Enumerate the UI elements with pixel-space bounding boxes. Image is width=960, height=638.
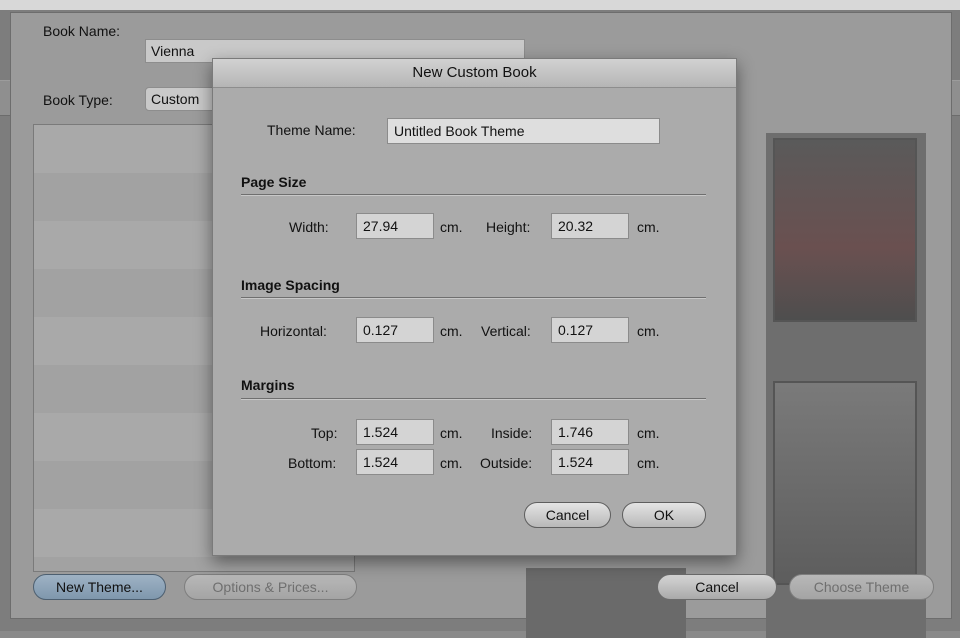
section-divider <box>241 297 706 299</box>
background-title-bar <box>0 0 960 10</box>
cancel-button[interactable]: Cancel <box>657 574 777 600</box>
photo-thumbnail <box>773 381 917 585</box>
top-margin-field[interactable]: 1.524 <box>356 419 434 445</box>
vertical-spacing-field[interactable]: 0.127 <box>551 317 629 343</box>
theme-name-field[interactable]: Untitled Book Theme <box>387 118 660 144</box>
bottom-label: Bottom: <box>288 455 337 471</box>
height-label: Height: <box>486 219 531 235</box>
options-prices-button[interactable]: Options & Prices... <box>184 574 357 600</box>
book-type-label: Book Type: <box>43 92 113 108</box>
outside-label: Outside: <box>480 455 533 471</box>
dialog-cancel-button[interactable]: Cancel <box>524 502 611 528</box>
vertical-label: Vertical: <box>481 323 531 339</box>
photo-thumbnail <box>773 138 917 322</box>
list-item[interactable] <box>34 557 354 571</box>
width-field[interactable]: 27.94 <box>356 213 434 239</box>
dialog-ok-button[interactable]: OK <box>622 502 706 528</box>
horizontal-label: Horizontal: <box>260 323 327 339</box>
dialog-title: New Custom Book <box>213 59 736 88</box>
top-unit: cm. <box>440 425 463 441</box>
height-unit: cm. <box>637 219 660 235</box>
new-theme-button[interactable]: New Theme... <box>33 574 166 600</box>
inside-margin-field[interactable]: 1.746 <box>551 419 629 445</box>
horizontal-unit: cm. <box>440 323 463 339</box>
top-label: Top: <box>311 425 338 441</box>
bottom-margin-field[interactable]: 1.524 <box>356 449 434 475</box>
image-spacing-heading: Image Spacing <box>241 277 340 293</box>
margins-heading: Margins <box>241 377 295 393</box>
page-size-heading: Page Size <box>241 174 307 190</box>
inside-label: Inside: <box>491 425 533 441</box>
bottom-unit: cm. <box>440 455 463 471</box>
new-custom-book-dialog: New Custom Book Theme Name: Untitled Boo… <box>212 58 737 556</box>
width-unit: cm. <box>440 219 463 235</box>
outside-margin-field[interactable]: 1.524 <box>551 449 629 475</box>
vertical-unit: cm. <box>637 323 660 339</box>
outside-unit: cm. <box>637 455 660 471</box>
theme-name-label: Theme Name: <box>267 122 356 138</box>
section-divider <box>241 194 706 196</box>
section-divider <box>241 398 706 400</box>
choose-theme-button[interactable]: Choose Theme <box>789 574 934 600</box>
book-name-label: Book Name: <box>43 23 121 39</box>
inside-unit: cm. <box>637 425 660 441</box>
height-field[interactable]: 20.32 <box>551 213 629 239</box>
width-label: Width: <box>289 219 329 235</box>
horizontal-spacing-field[interactable]: 0.127 <box>356 317 434 343</box>
